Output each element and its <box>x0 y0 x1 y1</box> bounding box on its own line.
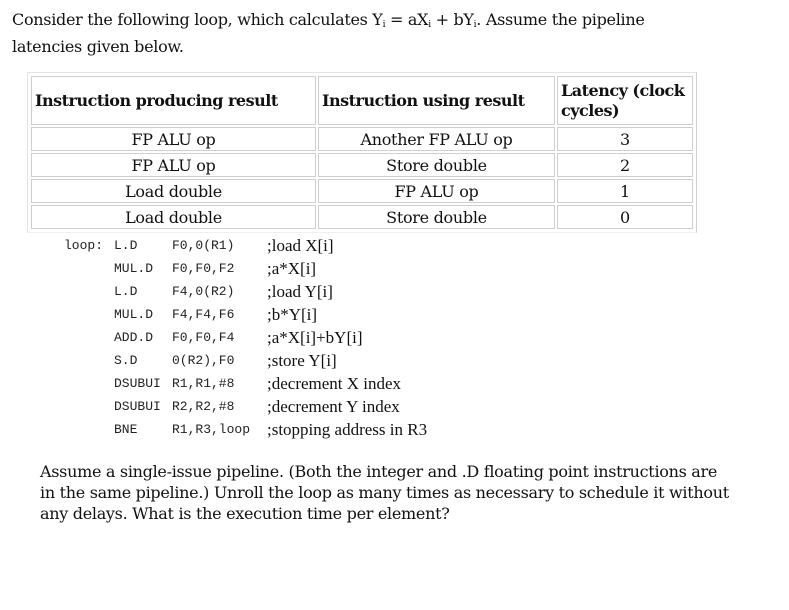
code-line: MUL.D F4,F4,F6 ;b*Y[i] <box>64 303 427 326</box>
code-opcode: S.D <box>114 353 138 368</box>
code-comment: ;a*X[i] <box>267 259 317 278</box>
cell-latency: 3 <box>557 127 693 151</box>
latency-table-container: Instruction producing result Instruction… <box>27 72 697 233</box>
table-row: Load double Store double 0 <box>31 205 693 229</box>
cell-producing: FP ALU op <box>31 153 316 177</box>
table-row: Load double FP ALU op 1 <box>31 179 693 203</box>
code-opcode: MUL.D <box>114 261 154 276</box>
code-comment: ;load Y[i] <box>267 282 333 301</box>
code-operands: F0,F0,F2 <box>172 261 235 276</box>
code-opcode: DSUBUI <box>114 376 161 391</box>
code-comment: ;load X[i] <box>267 236 334 255</box>
code-operands: 0(R2),F0 <box>172 353 235 368</box>
code-comment: ;store Y[i] <box>267 351 337 370</box>
question-paragraph: Assume a single-issue pipeline. (Both th… <box>40 462 729 523</box>
code-operands: R1,R1,#8 <box>172 376 235 391</box>
code-line: DSUBUI R1,R1,#8 ;decrement X index <box>64 372 427 395</box>
cell-latency: 1 <box>557 179 693 203</box>
code-label: loop: <box>64 238 104 253</box>
latency-table: Instruction producing result Instruction… <box>29 74 695 231</box>
code-listing: loop: L.D F0,0(R1) ;load X[i] MUL.D F0,F0,F2… <box>64 234 427 441</box>
cell-latency: 2 <box>557 153 693 177</box>
code-opcode: DSUBUI <box>114 399 161 414</box>
cell-using: Store double <box>318 153 555 177</box>
code-comment: ;decrement X index <box>267 374 402 393</box>
intro-text: = aX <box>385 10 429 29</box>
cell-producing: Load double <box>31 179 316 203</box>
code-operands: F0,F0,F4 <box>172 330 235 345</box>
code-operands: F0,0(R1) <box>172 238 235 253</box>
code-line: S.D 0(R2),F0 ;store Y[i] <box>64 349 427 372</box>
code-opcode: L.D <box>114 238 138 253</box>
header-latency-text: Latency (clock cycles) <box>561 80 685 120</box>
code-comment: ;b*Y[i] <box>267 305 318 324</box>
code-opcode: L.D <box>114 284 138 299</box>
cell-producing: FP ALU op <box>31 127 316 151</box>
code-comment: ;a*X[i]+bY[i] <box>267 328 363 347</box>
code-line: loop: L.D F0,0(R1) ;load X[i] <box>64 234 427 257</box>
code-comment: ;decrement Y index <box>267 397 400 416</box>
code-opcode: MUL.D <box>114 307 154 322</box>
code-opcode: ADD.D <box>114 330 154 345</box>
intro-text: + bY <box>430 10 474 29</box>
code-line: MUL.D F0,F0,F2 ;a*X[i] <box>64 257 427 280</box>
code-line: DSUBUI R2,R2,#8 ;decrement Y index <box>64 395 427 418</box>
table-row: FP ALU op Store double 2 <box>31 153 693 177</box>
code-comment: ;stopping address in R3 <box>267 420 428 439</box>
code-operands: R2,R2,#8 <box>172 399 235 414</box>
table-row: FP ALU op Another FP ALU op 3 <box>31 127 693 151</box>
header-latency: Latency (clock cycles) <box>557 76 693 125</box>
intro-paragraph: Consider the following loop, which calcu… <box>12 9 692 57</box>
code-operands: F4,0(R2) <box>172 284 235 299</box>
intro-text: Consider the following loop, which calcu… <box>12 10 383 29</box>
header-using: Instruction using result <box>318 76 555 125</box>
code-line: ADD.D F0,F0,F4 ;a*X[i]+bY[i] <box>64 326 427 349</box>
cell-producing: Load double <box>31 205 316 229</box>
code-line: BNE R1,R3,loop ;stopping address in R3 <box>64 418 427 441</box>
code-operands: R1,R3,loop <box>172 422 251 437</box>
cell-using: Another FP ALU op <box>318 127 555 151</box>
cell-latency: 0 <box>557 205 693 229</box>
code-operands: F4,F4,F6 <box>172 307 235 322</box>
code-line: L.D F4,0(R2) ;load Y[i] <box>64 280 427 303</box>
cell-using: Store double <box>318 205 555 229</box>
code-opcode: BNE <box>114 422 138 437</box>
header-producing: Instruction producing result <box>31 76 316 125</box>
cell-using: FP ALU op <box>318 179 555 203</box>
table-header-row: Instruction producing result Instruction… <box>31 76 693 125</box>
